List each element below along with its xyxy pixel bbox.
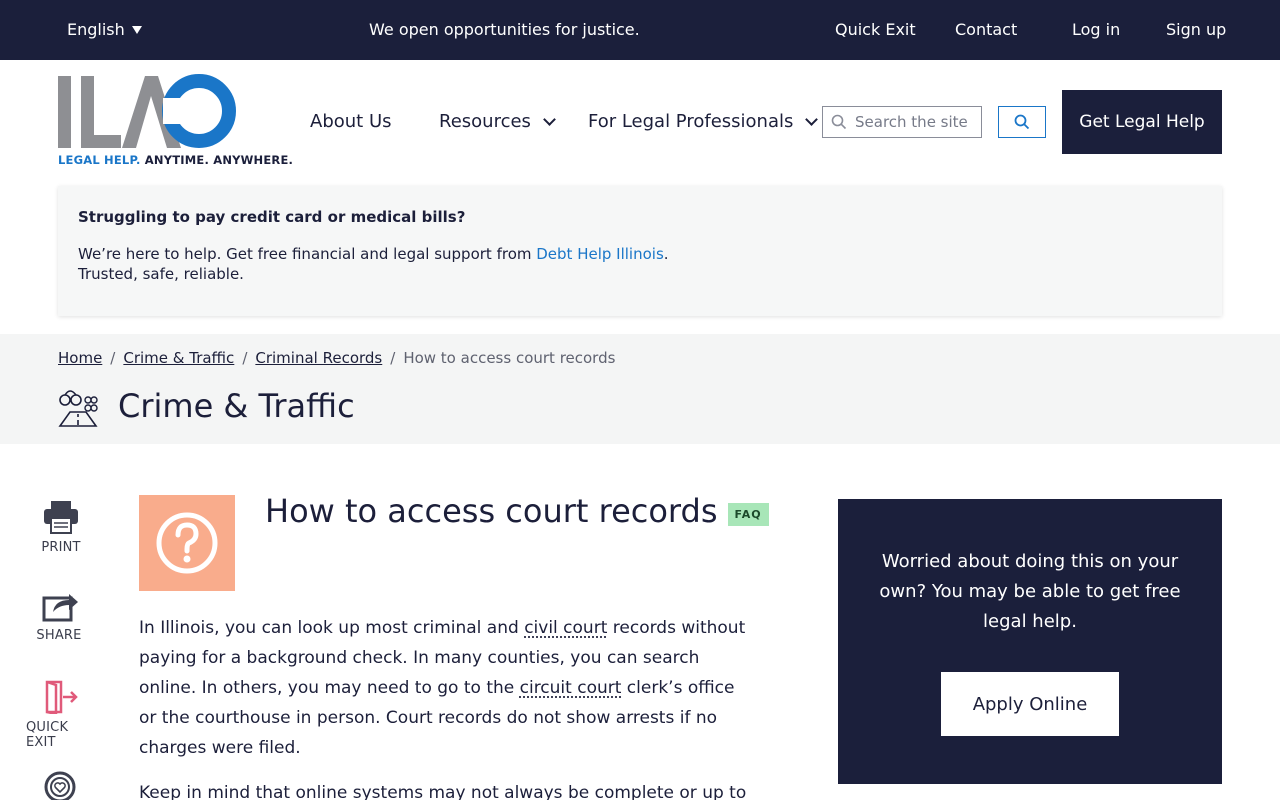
- quick-exit-button[interactable]: QUICK EXIT: [26, 680, 96, 750]
- breadcrumb: Home / Crime & Traffic / Criminal Record…: [58, 349, 615, 367]
- heart-circle-icon: [43, 770, 77, 800]
- breadcrumb-current: How to access court records: [403, 349, 615, 367]
- article-paragraph: In Illinois, you can look up most crimin…: [139, 613, 749, 763]
- breadcrumb-home[interactable]: Home: [58, 349, 102, 367]
- banner-title: Struggling to pay credit card or medical…: [78, 208, 1202, 226]
- exit-door-icon: [43, 680, 79, 714]
- logo-tagline: LEGAL HELP. ANYTIME. ANYWHERE.: [58, 153, 293, 167]
- alert-banner: Struggling to pay credit card or medical…: [58, 186, 1222, 316]
- quick-exit-label: QUICK EXIT: [26, 720, 96, 750]
- cta-text: Worried about doing this on your own? Yo…: [878, 547, 1182, 637]
- handcuffs-road-icon: [56, 386, 100, 430]
- nav-about-us[interactable]: About Us: [310, 111, 392, 132]
- nav-legal-professionals[interactable]: For Legal Professionals: [588, 111, 816, 132]
- print-label: PRINT: [41, 540, 80, 555]
- search-icon: [831, 114, 847, 130]
- language-label: English: [67, 20, 125, 39]
- signup-link[interactable]: Sign up: [1166, 20, 1226, 39]
- search-field[interactable]: [822, 106, 982, 138]
- question-mark-icon: [155, 511, 219, 575]
- banner-body: We’re here to help. Get free financial a…: [78, 244, 1202, 284]
- apply-online-button[interactable]: Apply Online: [941, 672, 1119, 736]
- caret-down-icon: [131, 25, 143, 35]
- faq-question-image: [139, 495, 235, 591]
- search-input[interactable]: [855, 113, 973, 131]
- article-paragraph: Keep in mind that online systems may not…: [139, 778, 749, 800]
- login-link[interactable]: Log in: [1072, 20, 1120, 39]
- chevron-down-icon: [543, 113, 556, 126]
- chevron-down-icon: [806, 113, 819, 126]
- category-header: Home / Crime & Traffic / Criminal Record…: [0, 334, 1280, 444]
- legal-help-cta: Worried about doing this on your own? Yo…: [838, 499, 1222, 784]
- print-button[interactable]: PRINT: [38, 500, 84, 555]
- breadcrumb-separator: /: [110, 349, 115, 367]
- faq-badge: FAQ: [728, 503, 769, 526]
- quick-exit-link[interactable]: Quick Exit: [835, 20, 916, 39]
- share-icon: [39, 590, 79, 622]
- printer-icon: [42, 500, 80, 534]
- debt-help-link[interactable]: Debt Help Illinois: [536, 245, 664, 263]
- language-selector[interactable]: English: [67, 20, 143, 39]
- breadcrumb-separator: /: [390, 349, 395, 367]
- category-title: Crime & Traffic: [118, 387, 355, 425]
- breadcrumb-criminal-records[interactable]: Criminal Records: [255, 349, 382, 367]
- search-button[interactable]: [998, 106, 1046, 138]
- search-icon: [1014, 114, 1030, 130]
- breadcrumb-separator: /: [242, 349, 247, 367]
- share-button[interactable]: SHARE: [36, 590, 82, 643]
- feedback-button[interactable]: [42, 770, 78, 800]
- nav-resources[interactable]: Resources: [439, 111, 554, 132]
- site-tagline: We open opportunities for justice.: [369, 20, 640, 39]
- article-title: How to access court records FAQ: [265, 492, 769, 530]
- get-legal-help-button[interactable]: Get Legal Help: [1062, 90, 1222, 154]
- glossary-term-circuit-court[interactable]: circuit court: [520, 678, 622, 698]
- contact-link[interactable]: Contact: [955, 20, 1017, 39]
- breadcrumb-crime-traffic[interactable]: Crime & Traffic: [123, 349, 234, 367]
- glossary-term-civil-court[interactable]: civil court: [524, 618, 607, 638]
- share-label: SHARE: [36, 628, 81, 643]
- utility-bar: English We open opportunities for justic…: [0, 0, 1280, 60]
